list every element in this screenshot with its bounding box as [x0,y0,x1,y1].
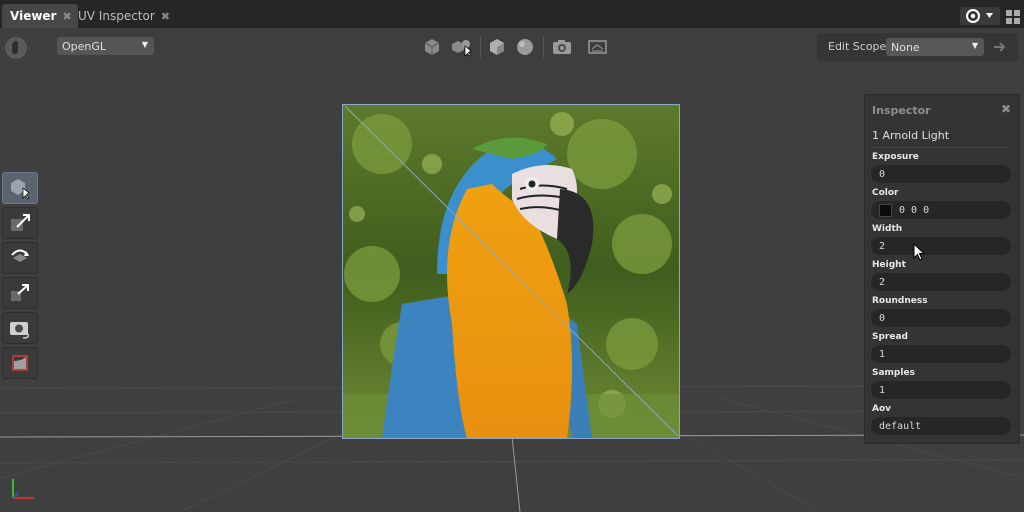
width-field[interactable]: 2 [871,237,1011,255]
renderer-dropdown[interactable]: OpenGL ▼ [57,37,154,55]
axis-gizmo-icon [12,479,34,499]
target-icon [966,9,993,23]
param-label-spread: Spread [872,332,908,342]
toolbar-divider [543,36,544,58]
roundness-field[interactable]: 0 [871,309,1011,327]
rotate-tool-button[interactable] [2,242,38,274]
height-field[interactable]: 2 [871,273,1011,291]
param-label-height: Height [872,260,906,270]
param-label-exposure: Exposure [872,152,919,162]
edit-scope-dropdown[interactable]: None ▼ [886,38,984,56]
arrow-right-icon[interactable] [992,39,1008,59]
color-swatch[interactable] [879,203,892,217]
camera-tool-button[interactable] [2,312,38,344]
edit-scope-panel: Edit Scope None ▼ [817,33,1018,61]
roundness-value: 0 [879,312,886,324]
translate-tool-icon [11,214,30,231]
inspector-panel: Inspector ✖ 1 Arnold Light Exposure 0 Co… [864,94,1020,444]
param-label-aov: Aov [872,404,892,414]
color-field[interactable]: 0 0 0 [871,201,1011,219]
renderer-value: OpenGL [62,39,107,53]
cube-shaded-icon[interactable] [487,37,507,57]
chevron-down-icon: ▼ [141,40,148,49]
spread-value: 1 [879,348,886,360]
param-label-samples: Samples [872,368,915,378]
tab-uv-inspector-label: UV Inspector [78,9,155,23]
samples-value: 1 [879,384,886,396]
view-menu-button[interactable] [960,7,1000,25]
toolbar-divider [480,36,481,58]
select-tool-button[interactable] [2,172,38,204]
color-value: 0 0 0 [899,204,930,216]
close-icon[interactable]: ✖ [1001,102,1011,116]
tool-bar [2,172,38,382]
crop-tool-icon [12,355,28,371]
height-value: 2 [879,276,886,288]
tab-bar: Viewer ✖ UV Inspector ✖ [0,0,1024,28]
crop-tool-button[interactable] [2,347,38,379]
edit-scope-label: Edit Scope [828,40,887,53]
samples-field[interactable]: 1 [871,381,1011,399]
aov-field[interactable]: default [871,417,1011,435]
hand-icon[interactable] [5,37,27,59]
parrot-image[interactable] [342,104,680,439]
inspector-title: Inspector [872,104,931,117]
cube-icon[interactable] [422,37,442,57]
scale-tool-button[interactable] [2,277,38,309]
divider [871,147,1009,148]
param-label-width: Width [872,224,903,234]
edit-scope-value: None [891,40,920,54]
select-tool-icon [11,179,30,200]
close-icon[interactable]: ✖ [161,10,170,23]
exposure-field[interactable]: 0 [871,165,1011,183]
tab-uv-inspector[interactable]: UV Inspector ✖ [70,4,178,28]
exposure-value: 0 [879,168,886,180]
chevron-down-icon: ▼ [971,41,978,50]
grid-layout-icon[interactable] [1006,9,1020,28]
cubes-cursor-icon[interactable] [450,37,472,57]
rotate-tool-icon [11,249,29,262]
tab-viewer-label: Viewer [10,9,57,23]
param-label-color: Color [872,188,899,198]
translate-tool-button[interactable] [2,207,38,239]
tab-viewer[interactable]: Viewer ✖ [2,4,78,28]
param-label-roundness: Roundness [872,296,928,306]
inspector-node-label: 1 Arnold Light [872,129,950,142]
mouse-cursor-icon [913,243,926,261]
camera-tool-icon [10,322,30,339]
camera-icon[interactable] [551,37,571,57]
width-value: 2 [879,240,886,252]
spread-field[interactable]: 1 [871,345,1011,363]
sphere-icon[interactable] [515,37,535,57]
aov-value: default [879,420,922,432]
scale-tool-icon [11,284,29,301]
layers-icon[interactable] [587,37,607,57]
